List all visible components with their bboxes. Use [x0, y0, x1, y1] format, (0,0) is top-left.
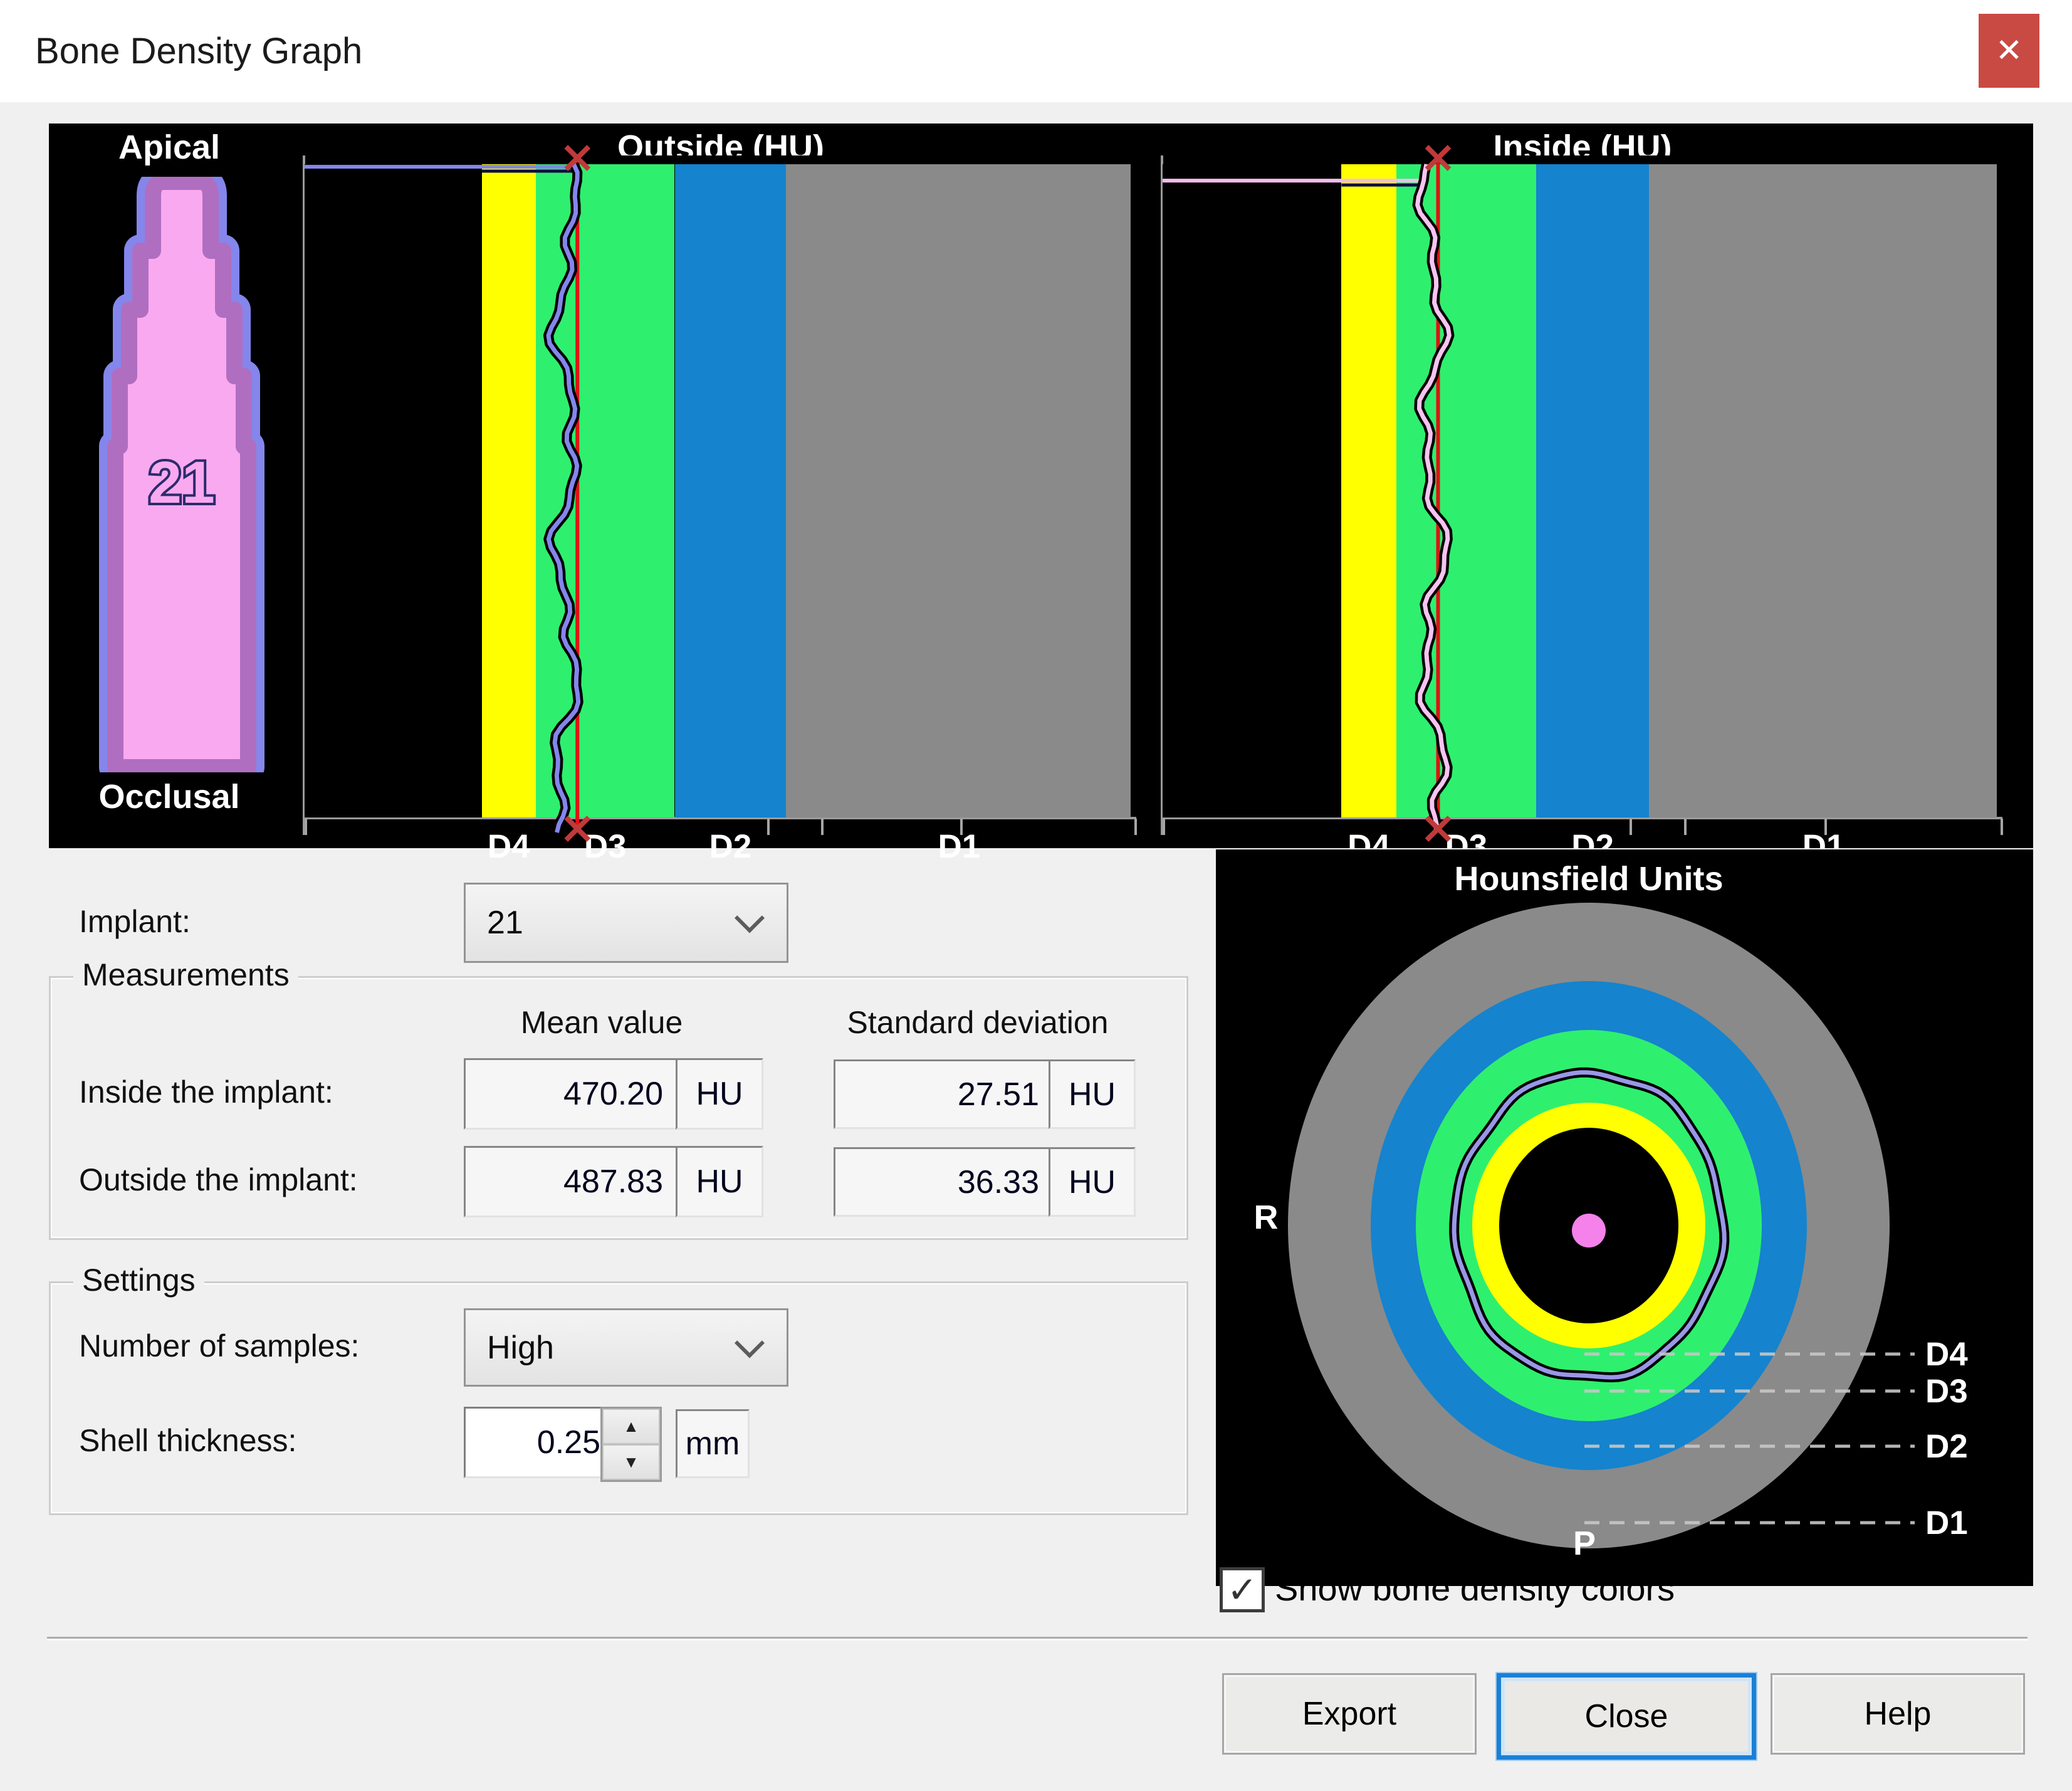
inside-density-plot: D4D3D2D1 — [1163, 155, 2002, 817]
apical-label: Apical — [75, 129, 263, 166]
number-of-samples-value: High — [487, 1329, 554, 1367]
zone-label-D2: D2 — [1925, 1428, 1968, 1465]
implant-21-graphic: 21 — [94, 177, 269, 772]
arrow-up-icon: ▲ — [623, 1417, 639, 1436]
checkmark-icon: ✓ — [1227, 1568, 1258, 1611]
shell-thickness-label: Shell thickness: — [79, 1423, 296, 1458]
outside-density-plot: D4D3D2D1 — [305, 155, 1136, 817]
shell-thickness-input[interactable]: 0.25 — [464, 1407, 617, 1478]
inside-mean-field[interactable]: 470.20 — [464, 1058, 680, 1130]
footer-divider — [47, 1637, 2028, 1639]
standard-deviation-header: Standard deviation — [815, 1004, 1141, 1041]
close-button-footer[interactable]: Close — [1497, 1673, 1756, 1760]
implant-label: Implant: — [79, 903, 191, 940]
measurements-legend: Measurements — [73, 957, 298, 993]
hounsfield-units-panel: Hounsfield Units D4D3D2D1 R P — [1216, 849, 2033, 1586]
implant-center-dot — [1572, 1214, 1606, 1247]
stepper-up-button[interactable]: ▲ — [602, 1409, 660, 1444]
dialog-title: Bone Density Graph — [0, 30, 362, 72]
density-profile-overlay — [1163, 155, 2002, 874]
outside-sd-field[interactable]: 36.33 — [834, 1147, 1056, 1217]
stepper-down-button[interactable]: ▼ — [602, 1444, 660, 1480]
help-button[interactable]: Help — [1771, 1673, 2025, 1755]
implant-select[interactable]: 21 — [464, 883, 788, 963]
inside-sd-field[interactable]: 27.51 — [834, 1059, 1056, 1129]
mean-value-header: Mean value — [464, 1004, 740, 1041]
density-profile-overlay — [305, 155, 1136, 874]
inside-sd-unit: HU — [1049, 1059, 1136, 1129]
outside-mean-field[interactable]: 487.83 — [464, 1146, 680, 1217]
orientation-p-label: P — [1559, 1525, 1609, 1562]
export-button[interactable]: Export — [1222, 1673, 1477, 1755]
implant-number-label: 21 — [149, 449, 215, 516]
orientation-r-label: R — [1241, 1199, 1291, 1236]
chevron-down-icon — [735, 1328, 765, 1358]
arrow-down-icon: ▼ — [623, 1452, 639, 1472]
outside-implant-row-label: Outside the implant: — [79, 1162, 358, 1197]
shell-thickness-stepper: ▲ ▼ — [600, 1407, 662, 1482]
show-bone-density-colors-checkbox[interactable]: ✓ — [1220, 1567, 1265, 1612]
implant-select-value: 21 — [487, 904, 523, 942]
close-button[interactable]: ✕ — [1979, 14, 2039, 88]
bone-density-graph-dialog: Bone Density Graph ✕ Apical 21 Occlusal … — [0, 0, 2072, 1791]
show-bone-density-colors-label: Show bone density colors — [1275, 1565, 1675, 1611]
settings-legend: Settings — [73, 1262, 204, 1298]
inside-mean-unit: HU — [676, 1058, 763, 1130]
chevron-down-icon — [735, 903, 765, 933]
inside-implant-row-label: Inside the implant: — [79, 1074, 333, 1110]
occlusal-label: Occlusal — [75, 779, 263, 816]
hounsfield-radial-diagram: D4D3 D2 D1 — [1216, 849, 2033, 1586]
density-profiles-panel: Apical 21 Occlusal Outside (HU) Inside (… — [49, 123, 2033, 848]
outside-sd-unit: HU — [1049, 1147, 1136, 1217]
number-of-samples-select[interactable]: High — [464, 1308, 788, 1387]
shell-thickness-unit: mm — [676, 1409, 750, 1478]
outside-mean-unit: HU — [676, 1146, 763, 1217]
number-of-samples-label: Number of samples: — [79, 1328, 359, 1363]
title-bar: Bone Density Graph — [0, 0, 2072, 102]
zone-label-D3: D3 — [1925, 1373, 1968, 1410]
close-icon: ✕ — [1996, 32, 2023, 70]
zone-label-D4: D4 — [1925, 1336, 1968, 1373]
zone-label-D1: D1 — [1925, 1505, 1968, 1542]
